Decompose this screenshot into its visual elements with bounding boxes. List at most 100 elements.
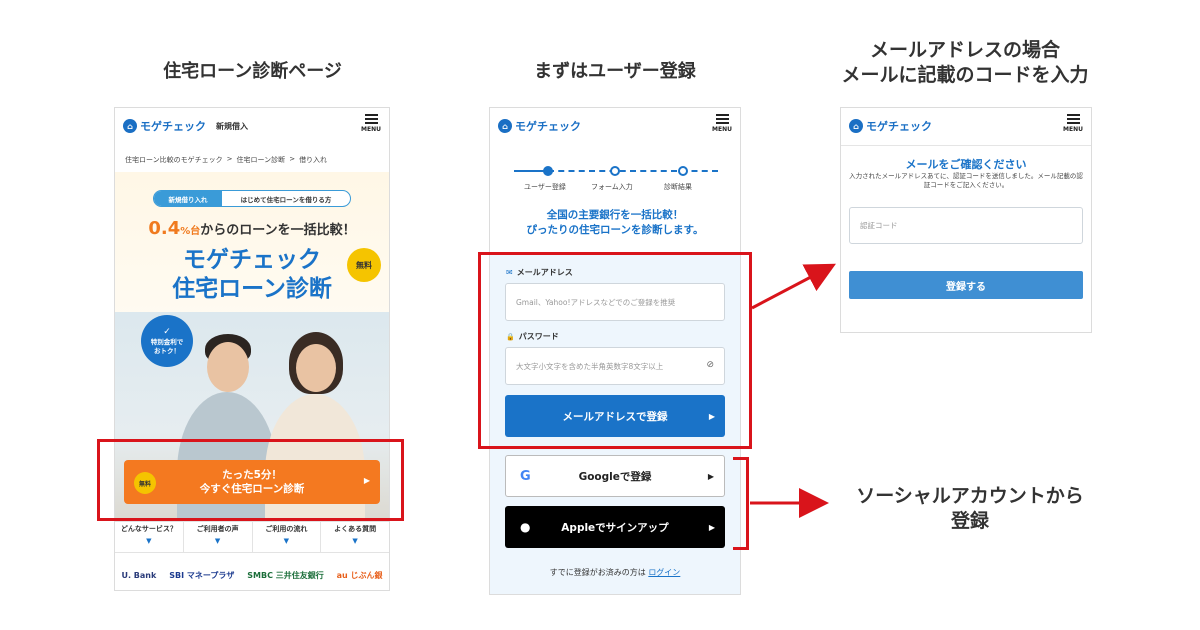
hamburger-icon [715, 114, 729, 116]
hamburger-icon-bar [364, 118, 378, 120]
chevron-down-icon: ▼ [352, 537, 358, 545]
apple-signup-button[interactable]: ● Appleでサインアップ ▶ [505, 506, 725, 548]
chevron-down-icon: ▼ [146, 537, 152, 545]
hamburger-icon-bar [1066, 122, 1080, 124]
caption-social-line2: 登録 [950, 509, 989, 532]
nav-faq[interactable]: よくある質問 ▼ [321, 522, 389, 552]
google-register-button[interactable]: G Googleで登録 ▶ [505, 455, 725, 497]
progress-steps: ユーザー登録 フォーム入力 診断結果 [514, 166, 718, 196]
google-icon: G [520, 468, 531, 484]
man-face [207, 342, 249, 392]
logo[interactable]: ⌂ モゲチェック [498, 118, 581, 134]
menu-button[interactable]: MENU [359, 113, 383, 133]
nav-voices[interactable]: ご利用者の声 ▼ [184, 522, 253, 552]
caption-user-registration: まずはユーザー登録 [534, 61, 696, 82]
step-dot-current [543, 166, 553, 176]
header-divider [841, 145, 1091, 146]
register-button[interactable]: 登録する [849, 271, 1083, 299]
nav-faq-label: よくある質問 [334, 525, 377, 533]
lead-line1: 全国の主要銀行を一括比較！ [546, 209, 684, 221]
chevron-down-icon: ▼ [283, 537, 290, 545]
tab-new-loan[interactable]: 新規借り入れ [154, 191, 222, 206]
progress-line-pending [548, 170, 718, 172]
menu-label: MENU [712, 126, 732, 133]
nav-flow[interactable]: ご利用の流れ ▼ [253, 522, 322, 552]
bubble-line2: おトク！ [154, 346, 180, 355]
breadcrumb-diagnosis[interactable]: 住宅ローン診断 [237, 155, 286, 165]
tab-first-time[interactable]: はじめて住宅ローンを借りる方 [222, 191, 350, 206]
step-dot [678, 166, 688, 176]
caption-social-accounts: ソーシャルアカウントから 登録 [820, 484, 1120, 533]
header-subtitle: 新規借入 [216, 121, 248, 131]
section-nav: どんなサービス？ ▼ ご利用者の声 ▼ ご利用の流れ ▼ よくある質問 ▼ [115, 521, 389, 553]
nav-service-label: どんなサービス？ [120, 525, 177, 533]
bank-logo-au: au じぶん銀 [336, 570, 383, 580]
menu-button[interactable]: MENU [710, 113, 734, 133]
header: ⌂ モゲチェック 新規借入 MENU [115, 108, 389, 144]
hero-title-line2: 住宅ローン診断 [172, 275, 332, 302]
login-prefix: すでに登録がお済みの方は [549, 568, 646, 577]
bank-logos: U. Bank SBI マネープラザ SMBC 三井住友銀行 au じぶん銀 [115, 560, 389, 590]
loan-type-tabs: 新規借り入れ はじめて住宅ローンを借りる方 [153, 190, 351, 207]
arrow-right-icon: ▶ [707, 471, 714, 481]
bracket-social-buttons [733, 457, 749, 550]
check-icon: ✓ [163, 326, 171, 337]
rate-number: 0.4 [148, 218, 181, 239]
breadcrumb-current: 借り入れ [299, 156, 328, 164]
caption-social-line1: ソーシャルアカウントから [856, 485, 1084, 507]
chevron-down-icon: ▼ [214, 537, 221, 545]
hamburger-icon-bar [1066, 118, 1080, 120]
registration-lead: 全国の主要銀行を一括比較！ ぴったりの住宅ローンを診断します。 [490, 208, 740, 238]
logo-icon: ⌂ [498, 119, 512, 133]
bank-logo-ubank: U. Bank [121, 570, 157, 580]
bank-logo-smbc: SMBC 三井住友銀行 [247, 570, 324, 580]
nav-service[interactable]: どんなサービス？ ▼ [115, 522, 184, 552]
breadcrumb-separator: > [289, 155, 296, 163]
hero-title: モゲチェック 住宅ローン診断 [115, 246, 389, 304]
step-dot [610, 166, 620, 176]
hamburger-icon-bar [364, 122, 378, 124]
arrow-to-verification [751, 263, 836, 310]
breadcrumb-separator: > [226, 155, 233, 163]
login-link[interactable]: ログイン [648, 568, 680, 577]
breadcrumb-home[interactable]: 住宅ローン比較のモゲチェック [125, 155, 223, 165]
rate-rest: からのローンを一括比較！ [200, 223, 356, 238]
apple-icon: ● [520, 520, 531, 534]
phone-email-verification: ⌂ モゲチェック MENU メールをご確認ください 入力されたメールアドレスあてに… [840, 107, 1092, 333]
nav-voices-label: ご利用者の声 [196, 525, 239, 533]
special-rate-bubble: ✓ 特別金利で おトク！ [141, 315, 193, 367]
nav-flow-label: ご利用の流れ [265, 525, 308, 533]
woman-face [296, 344, 336, 392]
breadcrumb: 住宅ローン比較のモゲチェック > 住宅ローン診断 > 借り入れ [125, 155, 327, 165]
caption-email-code: メールアドレスの場合 メールに記載のコードを入力 [800, 38, 1130, 87]
menu-button[interactable]: MENU [1061, 113, 1085, 133]
arrow-right-icon: ▶ [708, 522, 715, 532]
logo-text: モゲチェック [866, 120, 932, 133]
highlight-cta [97, 439, 404, 521]
caption-email-code-line1: メールアドレスの場合 [869, 39, 1060, 61]
apple-signup-label: Appleでサインアップ [561, 521, 669, 534]
hamburger-icon [364, 114, 378, 116]
menu-label: MENU [361, 126, 381, 133]
hamburger-icon-bar [715, 118, 729, 120]
hero-rate-text: 0.4%台からのローンを一括比較！ [115, 218, 389, 239]
logo-icon: ⌂ [123, 119, 137, 133]
verification-code-field[interactable]: 認証コード [849, 207, 1083, 244]
step-label-result: 診断結果 [664, 183, 692, 191]
google-register-label: Googleで登録 [578, 470, 652, 483]
logo[interactable]: ⌂ モゲチェック [849, 118, 932, 134]
rate-unit: %台 [180, 226, 201, 237]
verify-title: メールをご確認ください [905, 158, 1027, 171]
verify-description: 入力されたメールアドレスあてに、認証コードを送信しました。メール記載の認証コード… [849, 172, 1083, 190]
header: ⌂ モゲチェック MENU [841, 108, 1091, 144]
step-label-registration: ユーザー登録 [524, 183, 566, 191]
hamburger-icon [1066, 114, 1080, 116]
logo[interactable]: ⌂ モゲチェック [123, 118, 206, 134]
logo-text: モゲチェック [515, 120, 581, 133]
logo-text: モゲチェック [140, 120, 206, 133]
menu-label: MENU [1063, 126, 1083, 133]
highlight-email-form [478, 252, 752, 449]
bubble-line1: 特別金利で [150, 338, 184, 347]
caption-diagnosis-page: 住宅ローン診断ページ [163, 61, 342, 82]
logo-icon: ⌂ [849, 119, 863, 133]
